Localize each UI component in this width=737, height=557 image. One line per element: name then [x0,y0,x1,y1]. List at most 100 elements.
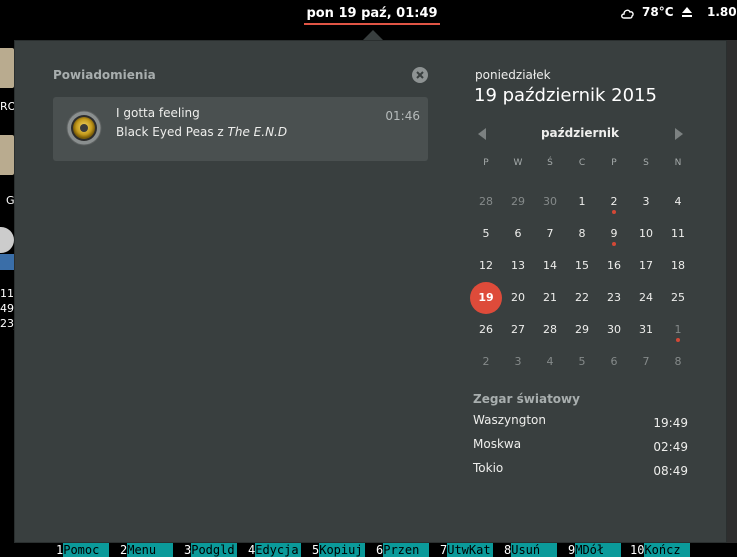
calendar-day[interactable]: 24 [630,282,662,314]
calendar-day[interactable]: 28 [470,186,502,218]
function-key[interactable]: 3Podgld [184,543,238,557]
calendar-day[interactable]: 4 [662,186,694,218]
calendar-day-number: 1 [674,323,682,336]
calendar-day[interactable]: 22 [566,282,598,314]
calendar-day[interactable]: 7 [630,346,662,378]
event-indicator-dot [612,242,616,246]
function-key-number: 6 [376,543,384,557]
calendar-day[interactable]: 1 [566,186,598,218]
previous-month-button[interactable] [477,127,487,141]
calendar-day-number: 16 [607,259,621,272]
calendar-day[interactable]: 4 [534,346,566,378]
notifications-title: Powiadomienia [53,68,156,82]
calendar-day[interactable]: 6 [598,346,630,378]
calendar-day[interactable]: 8 [566,218,598,250]
calendar-day[interactable]: 15 [566,250,598,282]
function-key[interactable]: 1Pomoc [56,543,110,557]
calendar-day[interactable]: 20 [502,282,534,314]
calendar-day[interactable]: 30 [598,314,630,346]
function-key[interactable]: 6Przen [376,543,430,557]
function-key-label: Edycja [255,543,302,557]
temperature-indicator[interactable]: 78°C [642,5,674,19]
calendar-day-number: 8 [674,355,682,368]
calendar-day[interactable]: 18 [662,250,694,282]
calendar-day[interactable]: 3 [630,186,662,218]
calendar-day[interactable]: 21 [534,282,566,314]
weather-cloud-icon[interactable] [620,6,635,20]
world-clock-city: Waszyngton [473,413,546,427]
calendar-day[interactable]: 26 [470,314,502,346]
desktop-app-icon[interactable] [0,227,14,253]
calendar-day-number: 1 [578,195,586,208]
calendar-day-number: 6 [610,355,618,368]
calendar-day[interactable]: 29 [566,314,598,346]
full-date-label[interactable]: 19 październik 2015 [474,85,657,106]
function-key-number: 7 [440,543,448,557]
calendar-day[interactable]: 8 [662,346,694,378]
system-indicator[interactable]: 1.80 [707,5,737,19]
function-key-number: 1 [56,543,64,557]
desktop-folder-icon[interactable] [0,135,14,175]
day-of-week-header: N [674,158,682,168]
calendar-day[interactable]: 5 [566,346,598,378]
desktop-folder-icon[interactable] [0,48,14,88]
function-key-bar: 1Pomoc 2Menu 3Podgld 4Edycja 5Kopiuj 6Przen 7U… [50,543,737,557]
calendar-day[interactable]: 2 [598,186,630,218]
calendar-day[interactable]: 29 [502,186,534,218]
notification-title: I gotta feeling [116,106,200,120]
world-clocks-title[interactable]: Zegar światowy [473,392,580,406]
function-key[interactable]: 2Menu [120,543,174,557]
calendar-day[interactable]: 27 [502,314,534,346]
function-key[interactable]: 8Usuń [504,543,558,557]
function-key[interactable]: 10Kończ [630,543,691,557]
clock-menu[interactable]: pon 19 paź, 01:49 [304,4,440,24]
calendar-day[interactable]: 14 [534,250,566,282]
function-key-number: 5 [312,543,320,557]
calendar-day[interactable]: 16 [598,250,630,282]
eject-icon[interactable] [681,6,693,18]
calendar-day-today[interactable]: 19 [470,282,502,314]
calendar-day[interactable]: 28 [534,314,566,346]
calendar-day[interactable]: 30 [534,186,566,218]
function-key[interactable]: 4Edycja [248,543,302,557]
function-key[interactable]: 5Kopiuj [312,543,366,557]
calendar-day[interactable]: 1 [662,314,694,346]
calendar-day-number: 17 [639,259,653,272]
calendar-day-number: 4 [546,355,554,368]
world-clock-city: Moskwa [473,437,522,451]
calendar-day-number: 27 [511,323,525,336]
desktop-image-fragment [0,254,14,270]
calendar-day[interactable]: 12 [470,250,502,282]
calendar-day[interactable]: 7 [534,218,566,250]
calendar-day[interactable]: 13 [502,250,534,282]
function-key[interactable]: 7UtwKat [440,543,494,557]
calendar-day-number: 19 [478,291,494,304]
calendar-day-number: 7 [546,227,554,240]
calendar-day[interactable]: 10 [630,218,662,250]
notification-item[interactable]: I gotta feeling Black Eyed Peas z The E.… [53,97,428,161]
notification-artist: Black Eyed Peas [116,125,214,139]
function-key[interactable]: 9MDół [568,543,622,557]
calendar-day-number: 23 [607,291,621,304]
event-indicator-dot [612,210,616,214]
calendar-day[interactable]: 6 [502,218,534,250]
calendar-day-number: 9 [610,227,618,240]
calendar-day[interactable]: 2 [470,346,502,378]
day-of-week-header: P [611,158,617,168]
calendar-day[interactable]: 25 [662,282,694,314]
calendar-day[interactable]: 5 [470,218,502,250]
calendar-day-number: 3 [514,355,522,368]
calendar-day-number: 15 [575,259,589,272]
calendar-day-number: 2 [482,355,490,368]
next-month-button[interactable] [674,127,684,141]
calendar-day-number: 5 [482,227,490,240]
calendar-day[interactable]: 11 [662,218,694,250]
calendar-day[interactable]: 9 [598,218,630,250]
function-key-number: 8 [504,543,512,557]
calendar-day[interactable]: 31 [630,314,662,346]
background-window-edge [727,40,737,557]
calendar-day[interactable]: 23 [598,282,630,314]
calendar-day[interactable]: 3 [502,346,534,378]
calendar-day[interactable]: 17 [630,250,662,282]
clear-notifications-button[interactable] [412,67,428,83]
